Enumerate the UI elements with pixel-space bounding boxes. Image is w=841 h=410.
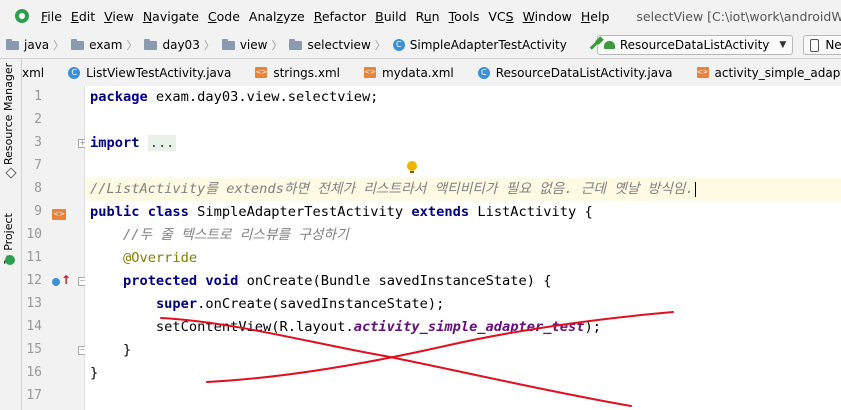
menu-build[interactable]: Build <box>371 9 410 24</box>
chevron-right-icon: 〉 <box>203 39 215 52</box>
editor-tab-bar: xml C ListViewTestActivity.java <> strin… <box>22 59 841 87</box>
line-number: 3 <box>34 135 42 150</box>
code-line-14: setContentView(R.layout.activity_simple_… <box>90 319 601 335</box>
menu-items: File Edit View Navigate Code Analzyze Re… <box>37 9 614 24</box>
left-tool-strip: Resource Manager 1: Project <box>0 59 22 410</box>
tab-activity-simple-adapter-test[interactable]: <> activity_simple_adapter_test <box>685 59 841 86</box>
lightbulb-icon[interactable] <box>407 161 417 173</box>
line-number: 13 <box>26 296 42 311</box>
code-line-11: @Override <box>122 250 198 266</box>
code-line-16: } <box>90 365 99 381</box>
tab-strings-xml[interactable]: <> strings.xml <box>243 59 352 86</box>
line-number: 7 <box>34 158 42 173</box>
tab-mydata-xml[interactable]: <> mydata.xml <box>352 59 466 86</box>
menu-analyze[interactable]: Analzyze <box>245 9 309 24</box>
android-studio-logo-icon <box>15 9 29 23</box>
line-number: 9 <box>34 204 42 219</box>
folded-imports[interactable]: ... <box>147 135 177 151</box>
class-icon: C <box>477 66 490 79</box>
code-line-3: import ... <box>90 135 177 151</box>
android-icon <box>603 41 615 49</box>
chevron-right-icon: 〉 <box>271 39 283 52</box>
resource-manager-tab[interactable]: Resource Manager <box>2 63 15 165</box>
code-line-15: } <box>90 342 132 358</box>
line-number: 8 <box>34 181 42 196</box>
code-line-9: public class SimpleAdapterTestActivity e… <box>90 204 593 220</box>
menu-tools[interactable]: Tools <box>445 9 484 24</box>
folder-icon <box>6 38 19 50</box>
class-icon: C <box>392 39 405 51</box>
menu-run[interactable]: Run <box>412 9 444 24</box>
class-icon: C <box>68 66 81 79</box>
breadcrumb-view[interactable]: view 〉 <box>216 37 284 53</box>
chevron-right-icon: 〉 <box>53 39 65 52</box>
override-method-icon[interactable] <box>52 273 71 288</box>
menu-refactor[interactable]: Refactor <box>310 9 370 24</box>
line-number: 15 <box>26 342 42 357</box>
resource-manager-icon <box>5 169 15 179</box>
menu-code[interactable]: Code <box>204 9 244 24</box>
menu-view[interactable]: View <box>100 9 138 24</box>
tab-listviewtestactivity[interactable]: C ListViewTestActivity.java <box>56 59 243 86</box>
menu-navigate[interactable]: Navigate <box>139 9 203 24</box>
code-line-8: //ListActivity를 extends하면 전체가 리스트라서 액티비티… <box>90 181 696 197</box>
line-number: 17 <box>26 388 42 403</box>
related-xml-icon[interactable]: <> <box>52 209 66 220</box>
code-line-12: protected void onCreate(Bundle savedInst… <box>122 273 552 289</box>
menu-vcs[interactable]: VCS <box>484 9 517 24</box>
menu-edit[interactable]: Edit <box>67 9 99 24</box>
breadcrumb-class[interactable]: C SimpleAdapterTestActivity <box>387 38 567 52</box>
line-number: 2 <box>34 112 42 127</box>
red-strike-scribble <box>160 311 674 407</box>
menu-help[interactable]: Help <box>577 9 614 24</box>
breadcrumb-exam[interactable]: exam 〉 <box>65 37 138 53</box>
line-number: 12 <box>26 273 42 288</box>
folder-icon <box>221 38 235 50</box>
line-number: 10 <box>26 227 42 242</box>
folder-icon <box>289 38 303 50</box>
menu-bar: File Edit View Navigate Code Analzyze Re… <box>0 0 841 32</box>
breadcrumb-java[interactable]: java 〉 <box>0 37 65 53</box>
line-number-gutter: 1 2 3 + 7 8 9 <> 10 11 12 − 13 14 15 − 1… <box>22 86 87 410</box>
chevron-down-icon: ▼ <box>779 40 787 50</box>
chevron-right-icon: 〉 <box>126 39 138 52</box>
chevron-right-icon: 〉 <box>374 39 386 52</box>
tab-xml[interactable]: xml <box>22 59 56 86</box>
code-line-1: package exam.day03.view.selectview; <box>90 89 379 105</box>
code-line-10: //두 줄 텍스트로 리스뷰를 구성하기 <box>90 227 349 243</box>
code-line-13: super.onCreate(savedInstanceState); <box>155 296 445 312</box>
window-title: selectView [C:\iot\work\androidWork\se <box>636 8 841 24</box>
tab-resourcedatalistactivity[interactable]: C ResourceDataListActivity.java <box>466 59 685 86</box>
line-number: 16 <box>26 365 42 380</box>
line-number: 11 <box>26 250 42 265</box>
menu-file[interactable]: File <box>37 9 66 24</box>
line-number: 14 <box>26 319 42 334</box>
line-number: 1 <box>34 89 42 104</box>
device-dropdown[interactable]: Nexus 5X API 29 <box>803 35 841 55</box>
menu-window[interactable]: Window <box>519 9 576 24</box>
phone-icon <box>810 38 820 52</box>
text-caret <box>694 181 696 197</box>
project-icon <box>5 255 15 265</box>
folder-icon <box>71 38 85 50</box>
folder-icon <box>144 38 158 50</box>
code-editor[interactable]: package exam.day03.view.selectview; impo… <box>85 86 841 410</box>
breadcrumb-day03[interactable]: day03 〉 <box>138 37 215 53</box>
xml-icon: <> <box>255 67 268 78</box>
xml-icon: <> <box>363 67 376 78</box>
run-config-dropdown[interactable]: ResourceDataListActivity ▼ <box>596 35 794 55</box>
xml-icon: <> <box>696 67 709 78</box>
breadcrumb-selectview[interactable]: selectview 〉 <box>283 37 386 53</box>
navigation-bar: java 〉 exam 〉 day03 〉 view 〉 selectview … <box>0 32 841 59</box>
